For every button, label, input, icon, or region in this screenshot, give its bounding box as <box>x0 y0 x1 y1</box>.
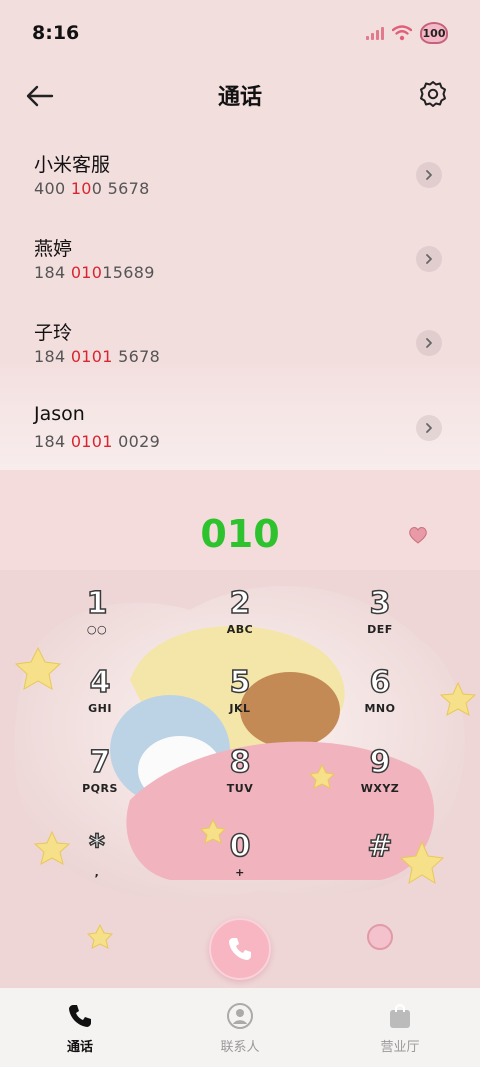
status-indicators: 100 <box>366 22 448 44</box>
contact-row[interactable]: 小米客服 400 100 5678 <box>0 128 480 212</box>
bottom-navigation: 通话 联系人 营业厅 <box>0 988 480 1067</box>
contact-suggestion-list: 小米客服 400 100 5678 燕婷 184 01015689 子玲 184… <box>0 128 480 468</box>
contact-detail-button[interactable] <box>416 415 442 441</box>
contact-row[interactable]: 燕婷 184 01015689 <box>0 212 480 296</box>
back-arrow-icon[interactable] <box>24 80 56 112</box>
chevron-right-icon <box>426 338 432 348</box>
contact-number: 184 0101 5678 <box>34 347 161 366</box>
contact-number: 184 01015689 <box>34 263 155 282</box>
tab-service-hall[interactable]: 营业厅 <box>320 988 480 1067</box>
dial-key-1[interactable]: 1 ○○ <box>42 586 152 657</box>
tab-label: 通话 <box>66 1040 93 1055</box>
contact-row[interactable]: Jason 184 0101 0029 <box>0 381 480 465</box>
contact-name: Jason <box>34 403 85 425</box>
contact-name: 燕婷 <box>34 238 73 260</box>
shop-bag-icon <box>390 1003 410 1028</box>
battery-indicator: 100 <box>420 22 448 44</box>
dial-key-4[interactable]: 4 GHI <box>45 665 155 736</box>
contact-name: 小米客服 <box>34 154 111 176</box>
heart-icon <box>409 526 427 544</box>
contact-number: 400 100 5678 <box>34 179 150 198</box>
voicemail-icon: ○○ <box>86 623 108 636</box>
dial-key-star[interactable]: *, <box>42 829 152 900</box>
contact-number: 184 0101 0029 <box>34 432 161 451</box>
signal-icon <box>366 26 384 40</box>
dial-key-5[interactable]: 5 JKL <box>185 665 295 736</box>
tab-label: 营业厅 <box>380 1040 420 1055</box>
dial-key-hash[interactable]: # <box>325 829 435 900</box>
phone-icon <box>229 938 251 960</box>
status-bar: 8:16 100 <box>0 0 480 66</box>
dial-key-8[interactable]: 8 TUV <box>185 745 295 816</box>
dial-key-2[interactable]: 2 ABC <box>185 586 295 657</box>
contact-row[interactable]: 子玲 184 0101 5678 <box>0 296 480 380</box>
tab-calls[interactable]: 通话 <box>0 988 160 1067</box>
contact-detail-button[interactable] <box>416 246 442 272</box>
page-title: 通话 <box>217 85 262 110</box>
battery-level: 100 <box>422 26 446 40</box>
status-time: 8:16 <box>32 22 80 44</box>
dial-key-0[interactable]: 0 + <box>185 829 295 900</box>
dial-key-6[interactable]: 6 MNO <box>325 665 435 736</box>
header: 通话 <box>0 66 480 124</box>
contacts-icon <box>227 1003 253 1029</box>
chevron-right-icon <box>426 254 432 264</box>
chevron-right-icon <box>426 423 432 433</box>
gear-icon[interactable] <box>418 79 448 109</box>
dial-key-9[interactable]: 9 WXYZ <box>325 745 435 816</box>
call-button[interactable] <box>209 918 271 980</box>
phone-icon <box>69 1005 91 1027</box>
contact-name: 子玲 <box>34 322 73 344</box>
contact-detail-button[interactable] <box>416 330 442 356</box>
contact-detail-button[interactable] <box>416 162 442 188</box>
chevron-right-icon <box>426 170 432 180</box>
tab-label: 联系人 <box>220 1040 260 1055</box>
tab-contacts[interactable]: 联系人 <box>160 988 320 1067</box>
wifi-icon <box>392 25 412 41</box>
dial-key-7[interactable]: 7 PQRS <box>45 745 155 816</box>
dial-key-3[interactable]: 3 DEF <box>325 586 435 657</box>
